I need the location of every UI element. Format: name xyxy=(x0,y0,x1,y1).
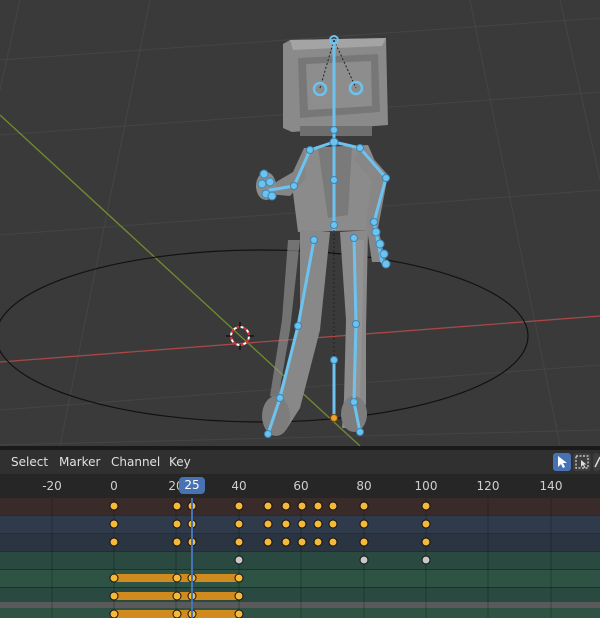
channel-region[interactable] xyxy=(0,498,600,618)
tick-label: 100 xyxy=(414,479,438,493)
tick-label: 120 xyxy=(476,479,500,493)
viewport-canvas[interactable] xyxy=(0,0,600,447)
box-select-tool-button[interactable] xyxy=(573,453,591,471)
dope-sheet-editor[interactable]: Select Marker Channel Key -20 0 20 40 60… xyxy=(0,450,600,618)
key-menu[interactable]: Key xyxy=(169,455,191,469)
box-select-icon xyxy=(575,455,589,469)
lasso-select-tool-button[interactable] xyxy=(593,453,600,471)
horizontal-scrollbar[interactable] xyxy=(0,602,600,608)
dope-sheet-header: Select Marker Channel Key xyxy=(0,450,600,474)
current-frame-indicator[interactable]: 25 xyxy=(179,477,205,494)
tick-label: 0 xyxy=(110,479,118,493)
select-menu[interactable]: Select xyxy=(11,455,48,469)
channel-row[interactable] xyxy=(0,570,600,587)
tick-label: 60 xyxy=(293,479,309,493)
tick-label: 140 xyxy=(539,479,563,493)
channel-row[interactable] xyxy=(0,552,600,569)
frame-ruler[interactable]: -20 0 20 40 60 80 100 120 140 25 xyxy=(0,474,600,498)
tick-label: -20 xyxy=(42,479,62,493)
3d-viewport[interactable] xyxy=(0,0,600,447)
channel-menu[interactable]: Channel xyxy=(111,455,160,469)
tweak-tool-button[interactable] xyxy=(553,453,571,471)
keyframe-canvas[interactable] xyxy=(0,498,600,618)
marker-menu[interactable]: Marker xyxy=(59,455,100,469)
tick-label: 40 xyxy=(231,479,247,493)
lasso-icon xyxy=(594,456,600,468)
cursor-arrow-icon xyxy=(558,456,567,468)
tick-label: 80 xyxy=(356,479,372,493)
